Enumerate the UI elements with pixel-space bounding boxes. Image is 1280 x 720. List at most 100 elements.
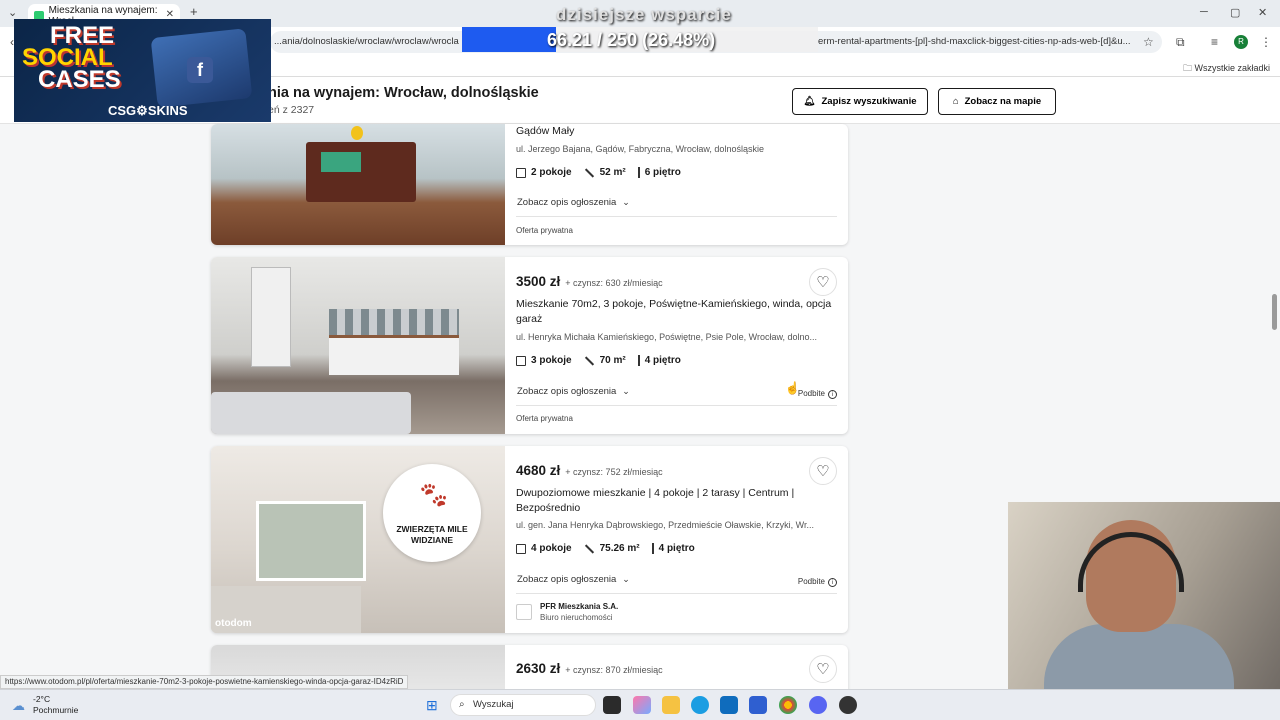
- rooms-stat: 4 pokoje: [516, 543, 572, 554]
- search-icon: ⌕: [459, 699, 465, 710]
- listing-card[interactable]: 3500 zł + czynsz: 630 zł/miesiąc ♡ Mieszk…: [211, 257, 848, 434]
- info-icon: i: [828, 578, 837, 587]
- sofa-illustration: [211, 392, 411, 434]
- maximize-icon[interactable]: ▢: [1230, 6, 1240, 19]
- store-icon[interactable]: [749, 696, 767, 714]
- outlook-icon[interactable]: [720, 696, 738, 714]
- listing-title[interactable]: Mieszkanie 70m2, 3 pokoje, Poświętne-Kam…: [516, 297, 841, 326]
- all-bookmarks-link[interactable]: 🗀 Wszystkie zakładki: [1183, 61, 1270, 77]
- agency-name[interactable]: PFR Mieszkania S.A.: [540, 602, 618, 611]
- area-stat: 70 m²: [584, 355, 626, 366]
- favorite-heart-icon[interactable]: ♡: [809, 655, 837, 683]
- listing-photo[interactable]: 🐾︎ ZWIERZĘTA MILE WIDZIANE otodom: [211, 446, 505, 633]
- promoted-badge[interactable]: Podbite i: [798, 577, 837, 587]
- browser-menu-icon[interactable]: ⋮: [1260, 35, 1272, 49]
- show-description-link[interactable]: Zobacz opis ogłoszenia ⌄: [517, 574, 630, 585]
- favorite-heart-icon[interactable]: ♡: [809, 457, 837, 485]
- stream-ad-overlay: f FREE SOCIAL CASES CSG⚙SKINS: [14, 19, 271, 122]
- placemat-illustration: [321, 152, 361, 172]
- divider: [516, 405, 837, 406]
- listing-card[interactable]: 🐾︎ ZWIERZĘTA MILE WIDZIANE otodom 4680 zł…: [211, 446, 848, 633]
- show-map-label: Zobacz na mapie: [964, 96, 1042, 107]
- folder-icon: 🗀: [1182, 63, 1195, 73]
- rooms-icon: [516, 355, 526, 366]
- taskbar-search-label: Wyszukaj: [473, 699, 514, 710]
- close-window-icon[interactable]: ✕: [1258, 6, 1267, 19]
- rent-value: + czynsz: 752 zł/miesiąc: [565, 467, 663, 477]
- save-search-button[interactable]: 🔔︎ Zapisz wyszukiwanie: [792, 88, 928, 115]
- watermark-logo: otodom: [215, 618, 252, 629]
- pets-icon: 🐾︎: [417, 480, 451, 510]
- floor-stat: 4 piętro: [651, 543, 695, 554]
- listing-title[interactable]: Gądów Mały: [516, 124, 841, 139]
- area-value: 70 m²: [599, 355, 626, 366]
- offer-type: Oferta prywatna: [516, 226, 573, 235]
- floor-icon: [637, 167, 640, 178]
- profile-avatar[interactable]: R: [1234, 35, 1248, 49]
- page-scrollbar[interactable]: [1272, 294, 1277, 330]
- promoted-label: Podbite: [797, 577, 825, 586]
- info-icon: i: [828, 390, 837, 399]
- listing-photo[interactable]: [211, 124, 505, 245]
- pets-badge-text: ZWIERZĘTA MILE WIDZIANE: [383, 524, 481, 546]
- chrome-icon[interactable]: [779, 696, 797, 714]
- taskbar-search[interactable]: ⌕ Wyszukaj: [450, 694, 596, 716]
- offer-type: Oferta prywatna: [516, 414, 573, 423]
- bell-icon: 🔔︎: [803, 96, 816, 107]
- extensions-icon[interactable]: ⧉: [1176, 35, 1185, 50]
- show-map-button[interactable]: ⌂ Zobacz na mapie: [938, 88, 1056, 115]
- area-icon: [584, 543, 594, 554]
- discord-icon[interactable]: [809, 696, 827, 714]
- fridge-illustration: [251, 267, 291, 367]
- tab-list-chevron-icon[interactable]: ⌄: [8, 6, 17, 19]
- listing-card[interactable]: Gądów Mały ul. Jerzego Bajana, Gądów, Fa…: [211, 124, 848, 245]
- area-stat: 75.26 m²: [584, 543, 640, 554]
- show-description-link[interactable]: Zobacz opis ogłoszenia ⌄: [517, 386, 630, 397]
- url-text-left: ...ania/dolnoslaskie/wroclaw/wroclaw/wro…: [274, 36, 459, 47]
- show-description-label: Zobacz opis ogłoszenia: [517, 574, 617, 585]
- rooms-stat: 2 pokoje: [516, 167, 572, 178]
- tile-backsplash-illustration: [329, 309, 459, 335]
- show-description-link[interactable]: Zobacz opis ogłoszenia ⌄: [517, 197, 630, 208]
- edge-icon[interactable]: [691, 696, 709, 714]
- listing-stats: 2 pokoje 52 m² 6 piętro: [516, 167, 681, 178]
- favorite-heart-icon[interactable]: ♡: [809, 268, 837, 296]
- chevron-down-icon: ⌄: [622, 386, 630, 396]
- floor-value: 4 piętro: [658, 543, 695, 554]
- floor-icon: [651, 543, 654, 554]
- show-description-label: Zobacz opis ogłoszenia: [517, 386, 617, 397]
- copilot-icon[interactable]: [633, 696, 651, 714]
- media-control-icon[interactable]: ≡: [1211, 35, 1218, 49]
- file-explorer-icon[interactable]: [662, 696, 680, 714]
- mouse-cursor-icon: ☝: [785, 381, 800, 395]
- windows-taskbar: ☁ -2°C Pochmurnie ⊞ ⌕ Wyszukaj: [0, 689, 1280, 720]
- rent-value: + czynsz: 630 zł/miesiąc: [565, 278, 663, 288]
- area-icon: [584, 167, 594, 178]
- listing-price: 4680 zł + czynsz: 752 zł/miesiąc: [516, 463, 663, 478]
- promoted-badge[interactable]: Podbite i: [798, 389, 837, 399]
- weather-condition[interactable]: Pochmurnie: [33, 705, 78, 715]
- donation-progress-text: 66.21 / 250 (26.48%): [547, 30, 716, 50]
- rooms-value: 4 pokoje: [531, 543, 572, 554]
- bookmark-star-icon[interactable]: ☆: [1143, 35, 1154, 49]
- cloud-icon[interactable]: ☁: [12, 698, 25, 714]
- map-icon: ⌂: [952, 96, 959, 107]
- weather-temperature[interactable]: -2°C: [33, 694, 50, 704]
- task-view-icon[interactable]: [603, 696, 621, 714]
- all-bookmarks-label: Wszystkie zakładki: [1194, 63, 1270, 73]
- price-value: 3500 zł: [516, 274, 561, 289]
- listing-title[interactable]: Dwupoziomowe mieszkanie | 4 pokoje | 2 t…: [516, 486, 841, 515]
- windows-start-icon[interactable]: ⊞: [426, 697, 438, 714]
- webcam-overlay: [1008, 502, 1280, 720]
- floor-stat: 6 piętro: [637, 167, 681, 178]
- new-tab-icon[interactable]: +: [190, 4, 198, 19]
- app-icon[interactable]: [839, 696, 857, 714]
- area-value: 75.26 m²: [599, 543, 640, 554]
- listing-photo[interactable]: [211, 257, 505, 434]
- listing-price: 2630 zł + czynsz: 870 zł/miesiąc: [516, 661, 663, 676]
- page-title: nia na wynajem: Wrocław, dolnośląskie: [268, 85, 539, 101]
- agency-type: Biuro nieruchomości: [540, 613, 613, 622]
- floor-stat: 4 piętro: [637, 355, 681, 366]
- minimize-icon[interactable]: ─: [1200, 6, 1208, 18]
- floor-value: 6 piętro: [644, 167, 681, 178]
